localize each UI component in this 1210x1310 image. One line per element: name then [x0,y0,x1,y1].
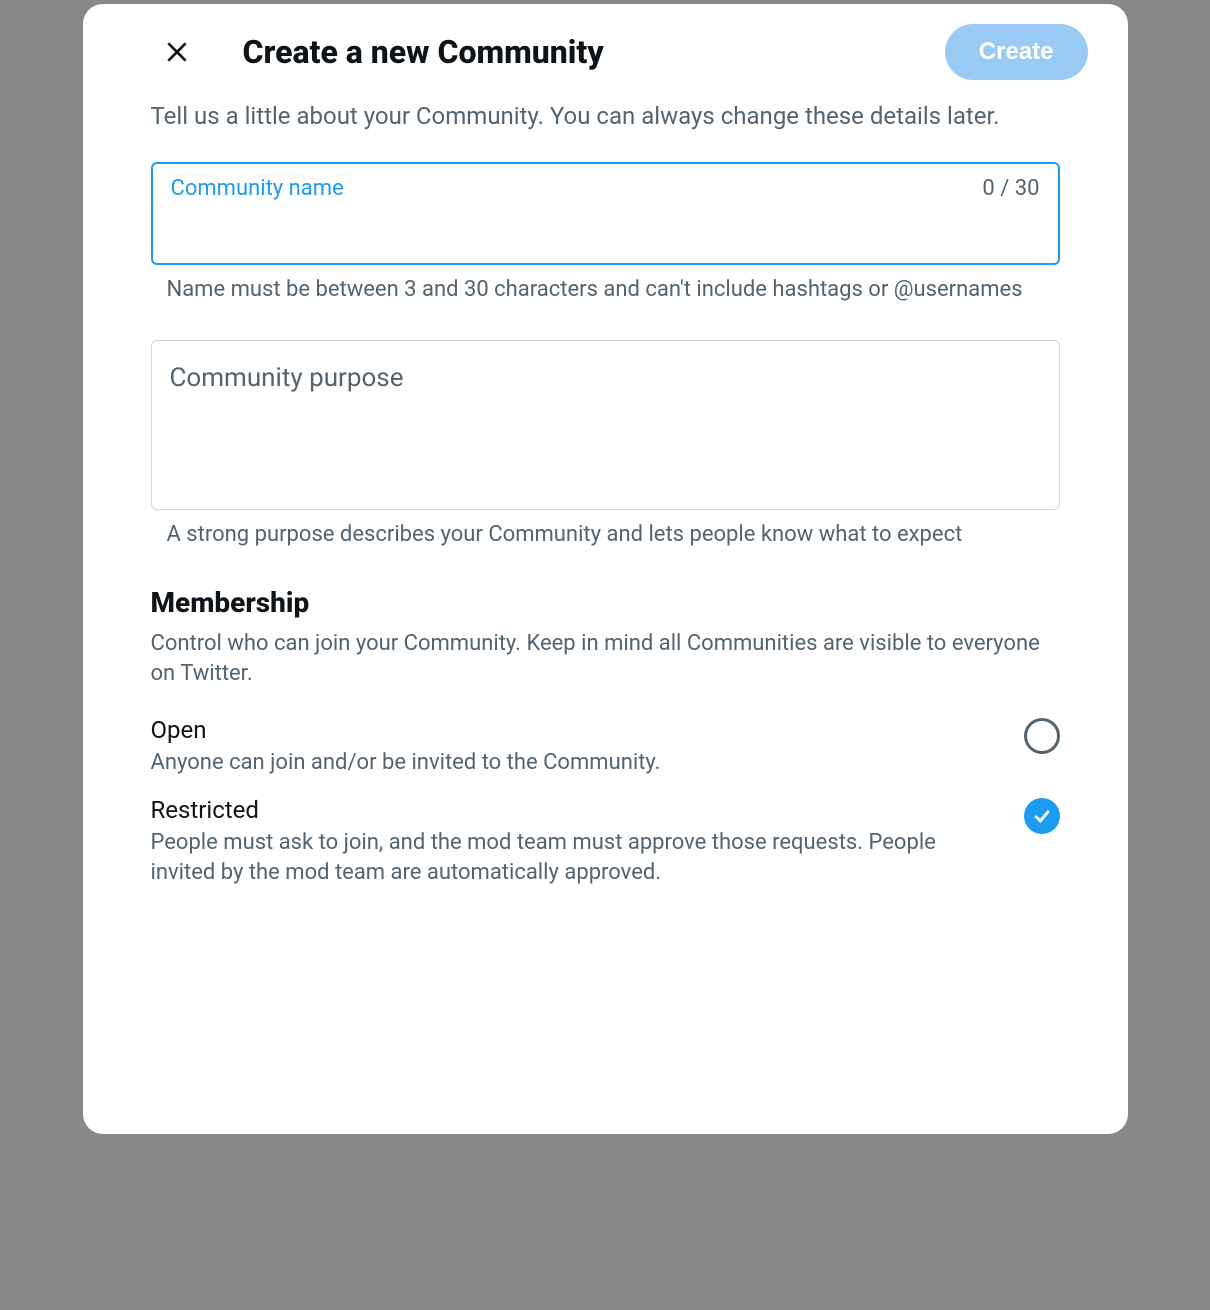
modal-title: Create a new Community [243,33,945,71]
radio-checked-icon[interactable] [1024,798,1060,834]
membership-option-open[interactable]: Open Anyone can join and/or be invited t… [151,716,1060,778]
modal-body: Tell us a little about your Community. Y… [83,100,1128,887]
community-purpose-label: Community purpose [170,363,1041,393]
modal-header: Create a new Community Create [83,24,1128,100]
community-name-input[interactable] [171,209,1040,235]
option-text: Open Anyone can join and/or be invited t… [151,716,1004,778]
community-name-helper: Name must be between 3 and 30 characters… [151,275,1060,305]
membership-desc: Control who can join your Community. Kee… [151,629,1060,688]
create-community-modal: Create a new Community Create Tell us a … [83,4,1128,1134]
input-header: Community name 0 / 30 [171,176,1040,201]
community-purpose-field-wrapper[interactable]: Community purpose [151,340,1060,510]
close-icon [164,39,190,65]
community-name-field-wrapper[interactable]: Community name 0 / 30 [151,162,1060,265]
option-title: Restricted [151,796,1004,824]
intro-text: Tell us a little about your Community. Y… [151,100,1060,134]
option-desc: People must ask to join, and the mod tea… [151,828,1004,887]
radio-unchecked-icon[interactable] [1024,718,1060,754]
checkmark-icon [1032,806,1052,826]
option-text: Restricted People must ask to join, and … [151,796,1004,887]
option-title: Open [151,716,1004,744]
create-button[interactable]: Create [945,24,1088,80]
option-desc: Anyone can join and/or be invited to the… [151,748,1004,778]
char-count: 0 / 30 [982,176,1039,201]
community-purpose-helper: A strong purpose describes your Communit… [151,520,1060,550]
community-purpose-input[interactable] [170,399,1041,474]
community-name-label: Community name [171,176,344,201]
membership-title: Membership [151,586,1060,619]
membership-option-restricted[interactable]: Restricted People must ask to join, and … [151,796,1060,887]
close-button[interactable] [153,28,201,76]
